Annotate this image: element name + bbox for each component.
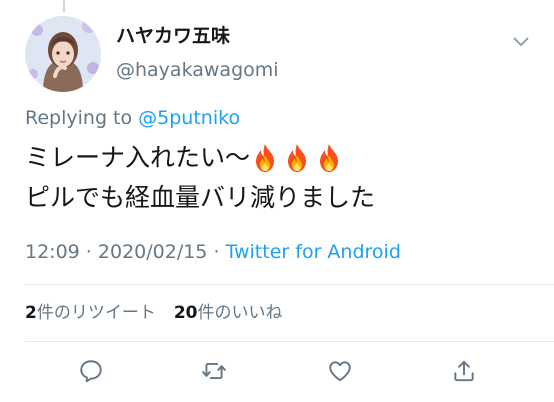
fire-emoji	[320, 144, 339, 172]
replying-to-label: Replying to	[25, 107, 139, 129]
avatar[interactable]	[25, 16, 101, 92]
avatar-image	[25, 16, 101, 92]
tweet-text-line-1: ミレーナ入れたい〜	[25, 143, 251, 172]
meta-separator: ·	[207, 241, 226, 263]
replying-to: Replying to @5putniko	[25, 106, 240, 130]
tweet-stats: 2件のリツイート 20件のいいね	[25, 301, 283, 325]
tweet-actions	[0, 357, 554, 389]
author-handle[interactable]: @hayakawagomi	[116, 58, 279, 82]
retweets-label: 件のリツイート	[36, 303, 156, 323]
share-icon	[454, 360, 474, 382]
retweet-button[interactable]	[200, 357, 228, 385]
retweets-stat[interactable]: 2件のリツイート	[25, 301, 156, 325]
share-button[interactable]	[450, 357, 478, 385]
replying-to-mention[interactable]: @5putniko	[138, 107, 240, 129]
tweet-text: ミレーナ入れたい〜 ピルでも経血量バリ減りました	[25, 138, 375, 218]
divider	[25, 341, 554, 342]
reply-button[interactable]	[77, 357, 105, 385]
fire-emoji	[256, 144, 275, 172]
fire-emoji	[288, 144, 307, 172]
like-button[interactable]	[326, 357, 354, 385]
likes-label: 件のいいね	[197, 303, 283, 323]
reply-icon	[80, 360, 102, 383]
retweet-icon	[202, 362, 226, 380]
meta-separator: ·	[79, 241, 98, 263]
divider	[25, 284, 554, 285]
tweet-date[interactable]: 2020/02/15	[98, 241, 208, 263]
tweet-menu-button[interactable]	[510, 34, 532, 50]
thread-connector-line	[63, 0, 65, 12]
tweet-time[interactable]: 12:09	[25, 241, 80, 263]
likes-stat[interactable]: 20件のいいね	[174, 301, 283, 325]
likes-count: 20	[173, 303, 198, 323]
tweet-meta: 12:09 · 2020/02/15 · Twitter for Android	[25, 240, 401, 264]
chevron-down-icon	[513, 37, 529, 46]
tweet-source-link[interactable]: Twitter for Android	[226, 241, 401, 263]
like-icon	[329, 361, 351, 382]
retweets-count: 2	[25, 303, 37, 323]
author-display-name[interactable]: ハヤカワ五味	[116, 24, 230, 48]
tweet-text-line-2: ピルでも経血量バリ減りました	[25, 183, 376, 212]
